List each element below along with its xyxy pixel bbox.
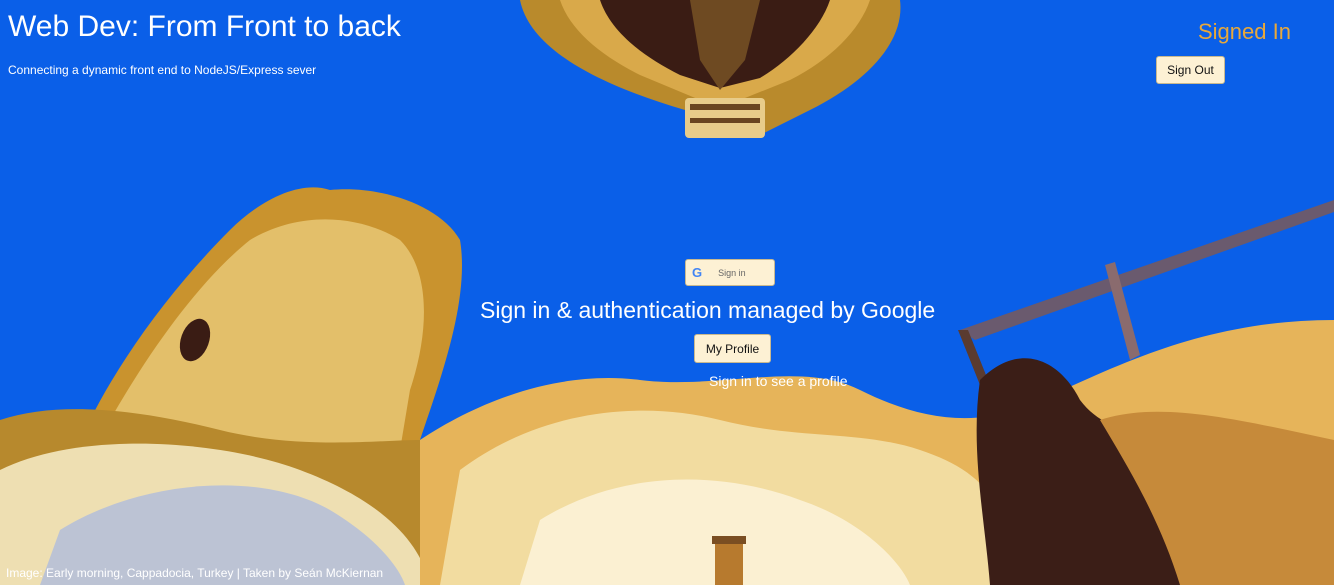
page-headline: Sign in & authentication managed by Goog…: [480, 297, 936, 323]
sign-out-button[interactable]: Sign Out: [1156, 56, 1225, 84]
my-profile-button[interactable]: My Profile: [694, 334, 771, 363]
background-photo: [0, 0, 1334, 585]
google-sign-in-label: Sign in: [718, 267, 746, 278]
site-subtitle: Connecting a dynamic front end to NodeJS…: [8, 63, 317, 77]
site-title: Web Dev: From Front to back: [8, 10, 401, 43]
profile-hint-text: Sign in to see a profile: [709, 373, 848, 389]
google-sign-in-button[interactable]: G Sign in: [685, 259, 775, 286]
image-caption: Image: Early morning, Cappadocia, Turkey…: [6, 566, 384, 580]
signed-in-status: Signed In: [1198, 19, 1291, 44]
google-logo-icon: G: [692, 265, 703, 280]
